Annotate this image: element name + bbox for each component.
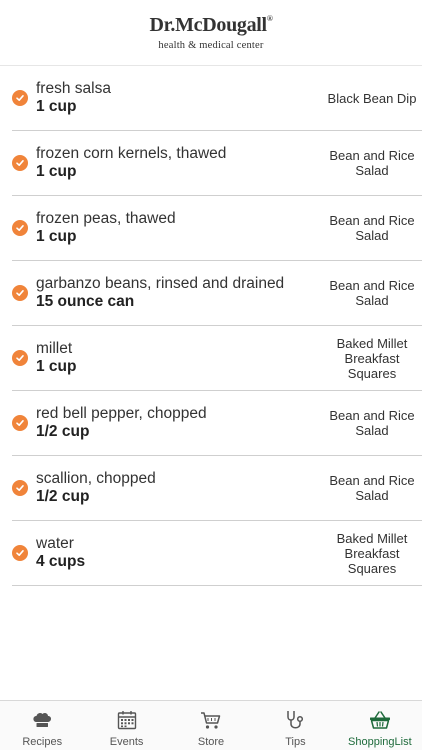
recipe-name: Black Bean Dip — [327, 90, 417, 106]
cart-icon — [201, 712, 221, 729]
recipe-name: Bean and Rice Salad — [329, 213, 415, 243]
brand-logo: Dr.McDougall® — [149, 13, 273, 36]
ingredient-name: scallion, chopped — [36, 470, 156, 487]
brand-tagline: health & medical center — [158, 39, 264, 51]
list-item[interactable]: millet 1 cup Baked Millet Breakfast Squa… — [12, 326, 422, 391]
ingredient-name: millet — [36, 340, 73, 357]
ingredient-quantity: 1 cup — [36, 98, 77, 115]
recipe-name: Baked Millet Breakfast Squares — [336, 335, 408, 381]
ingredient-quantity: 4 cups — [36, 553, 86, 570]
checkmark-icon[interactable] — [12, 285, 28, 301]
tab-events[interactable]: Events — [84, 701, 168, 750]
list-item[interactable]: red bell pepper, chopped 1/2 cup Bean an… — [12, 391, 422, 456]
checkmark-icon[interactable] — [12, 480, 28, 496]
ingredient-quantity: 15 ounce can — [36, 293, 135, 310]
app-header: Dr.McDougall® health & medical center — [0, 0, 422, 66]
ingredient-quantity: 1 cup — [36, 163, 77, 180]
list-item[interactable]: garbanzo beans, rinsed and drained 15 ou… — [12, 261, 422, 326]
checkmark-icon[interactable] — [12, 90, 28, 106]
shopping-list: fresh salsa 1 cup Black Bean Dip frozen … — [12, 66, 422, 586]
list-item[interactable]: fresh salsa 1 cup Black Bean Dip — [12, 66, 422, 131]
ingredient-name: frozen peas, thawed — [36, 210, 176, 227]
tab-shoppinglist[interactable]: ShoppingList — [338, 701, 422, 750]
recipe-name: Bean and Rice Salad — [329, 473, 415, 503]
calendar-icon — [117, 711, 136, 730]
list-item[interactable]: scallion, chopped 1/2 cup Bean and Rice … — [12, 456, 422, 521]
recipe-name: Bean and Rice Salad — [329, 408, 415, 438]
ingredient-name: frozen corn kernels, thawed — [36, 145, 227, 162]
basket-icon — [369, 711, 390, 729]
list-item[interactable]: water 4 cups Baked Millet Breakfast Squa… — [12, 521, 422, 586]
checkmark-icon[interactable] — [12, 220, 28, 236]
ingredient-quantity: 1 cup — [36, 228, 77, 245]
ingredient-quantity: 1/2 cup — [36, 423, 90, 440]
tab-recipes[interactable]: Recipes — [0, 701, 84, 750]
recipe-name: Bean and Rice Salad — [329, 148, 415, 178]
recipe-name: Baked Millet Breakfast Squares — [336, 530, 408, 576]
tab-tips[interactable]: Tips — [253, 701, 337, 750]
ingredient-name: red bell pepper, chopped — [36, 405, 207, 422]
stethoscope-icon — [287, 711, 304, 729]
checkmark-icon[interactable] — [12, 350, 28, 366]
list-item[interactable]: frozen peas, thawed 1 cup Bean and Rice … — [12, 196, 422, 261]
chef-hat-icon — [33, 712, 52, 727]
checkmark-icon[interactable] — [12, 415, 28, 431]
recipe-name: Bean and Rice Salad — [329, 278, 415, 308]
ingredient-quantity: 1 cup — [36, 358, 77, 375]
tab-bar: Recipes Events Store Tips ShoppingList — [0, 700, 422, 750]
ingredient-name: water — [36, 535, 74, 552]
tab-store[interactable]: Store — [169, 701, 253, 750]
checkmark-icon[interactable] — [12, 155, 28, 171]
ingredient-quantity: 1/2 cup — [36, 488, 90, 505]
checkmark-icon[interactable] — [12, 545, 28, 561]
ingredient-name: garbanzo beans, rinsed and drained — [36, 275, 285, 292]
list-item[interactable]: frozen corn kernels, thawed 1 cup Bean a… — [12, 131, 422, 196]
ingredient-name: fresh salsa — [36, 80, 111, 97]
